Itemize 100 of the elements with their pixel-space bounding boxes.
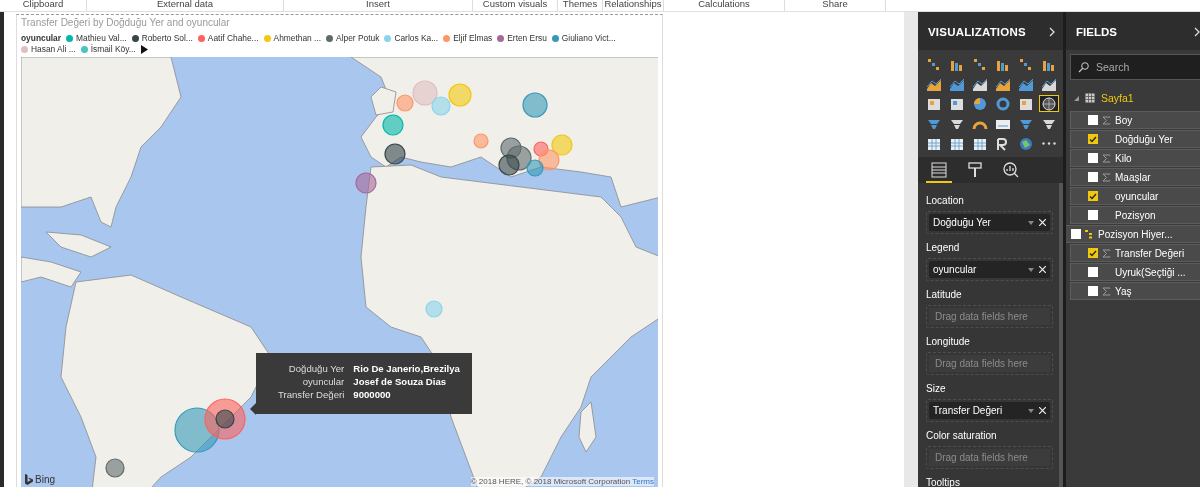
legend-title: oyuncular (21, 33, 62, 43)
magnifier-chart-icon (1002, 161, 1020, 179)
ribbon-group-label: Relationships (603, 0, 664, 11)
field-pill[interactable]: oyuncular (929, 261, 1050, 278)
chart-type-icon (949, 76, 965, 91)
checkbox[interactable] (1088, 210, 1098, 220)
data-bubble[interactable] (215, 409, 235, 429)
visual-type-button[interactable] (1039, 95, 1059, 112)
legend-item: Mathieu Val... (76, 33, 127, 43)
chart-type-icon (1018, 96, 1034, 111)
field-item[interactable]: Kilo (1070, 149, 1200, 167)
field-item[interactable]: oyuncular (1070, 187, 1200, 205)
remove-icon[interactable] (1039, 219, 1046, 226)
data-bubble[interactable] (500, 137, 522, 159)
sigma-icon (1102, 115, 1111, 125)
tooltip-value: Rio De Janerio,Brezilya (353, 363, 460, 374)
chart-type-icon (972, 76, 988, 91)
legend-item: Hasan Ali ... (31, 44, 76, 54)
field-pill[interactable]: Doğduğu Yer (929, 214, 1050, 231)
ribbon-group-label: Calculations (664, 0, 785, 11)
data-bubble[interactable] (105, 458, 125, 478)
chart-type-icon (972, 56, 988, 71)
paint-roller-icon (966, 161, 984, 179)
checkbox[interactable] (1088, 115, 1098, 125)
field-item[interactable]: Maaşlar (1070, 168, 1200, 186)
chart-type-icon (1018, 56, 1034, 71)
checkbox[interactable] (1088, 191, 1098, 201)
sigma-icon (1102, 286, 1111, 296)
remove-icon[interactable] (1039, 407, 1046, 414)
pill-label: Doğduğu Yer (933, 217, 991, 228)
pane-title: FIELDS (1076, 26, 1117, 38)
field-pill[interactable]: Transfer Değeri (929, 402, 1050, 419)
chart-type-icon (926, 56, 942, 71)
chart-type-icon (972, 136, 988, 151)
data-bubble[interactable] (498, 154, 520, 176)
search-field[interactable]: Search (1070, 54, 1200, 80)
pill-label: oyuncular (933, 264, 977, 275)
data-bubble[interactable] (506, 145, 532, 171)
chart-type-icon (972, 96, 988, 111)
terms-link[interactable]: Terms (632, 477, 654, 486)
dropdown-caret-icon[interactable] (1028, 408, 1034, 413)
collapse-chevron-icon[interactable] (1049, 27, 1055, 37)
data-bubble[interactable] (174, 407, 220, 453)
chart-type-icon (926, 136, 942, 151)
data-bubble[interactable] (384, 143, 406, 165)
map-logo: Bing (35, 474, 55, 485)
data-bubble[interactable] (355, 172, 377, 194)
field-item[interactable]: Uyruk(Seçtiği ... (1070, 263, 1200, 281)
checkbox[interactable] (1088, 286, 1098, 296)
bing-logo-icon (25, 474, 33, 485)
checkbox[interactable] (1088, 267, 1098, 277)
collapse-chevron-icon[interactable] (1194, 27, 1200, 37)
landmass-shape (45, 231, 112, 258)
ribbon-group-label: Share (785, 0, 886, 11)
pane-title: VISUALIZATIONS (928, 26, 1026, 38)
legend-item: Carlos Ka... (394, 33, 439, 43)
expand-arrow-icon[interactable] (1074, 95, 1079, 101)
table-icon (1085, 93, 1095, 103)
sigma-icon (1102, 248, 1111, 258)
dropdown-caret-icon[interactable] (1028, 267, 1034, 272)
next-arrow-icon[interactable] (140, 44, 148, 54)
checkbox[interactable] (1088, 248, 1098, 258)
visual-title: Transfer Değeri by Doğduğu Yer and oyuncular (20, 16, 231, 30)
field-item[interactable]: Transfer Değeri (1070, 244, 1200, 262)
field-item[interactable]: Pozisyon Hiyer... (1066, 225, 1200, 243)
dropdown-caret-icon[interactable] (1028, 220, 1034, 225)
field-item[interactable]: Doğduğu Yer (1070, 130, 1200, 148)
checkbox[interactable] (1088, 153, 1098, 163)
checkbox[interactable] (1088, 134, 1098, 144)
ribbon-group-label: Insert (284, 0, 473, 11)
checkbox[interactable] (1088, 172, 1098, 182)
chart-type-icon (1041, 96, 1057, 111)
table-name[interactable]: Sayfa1 (1101, 92, 1134, 104)
checkbox[interactable] (1071, 229, 1081, 239)
data-bubble[interactable] (204, 398, 246, 440)
ribbon-group-label: External data (87, 0, 284, 11)
legend-item: Alper Potuk (336, 33, 380, 43)
tooltip-label: Transfer Değeri (278, 389, 345, 400)
chart-type-icon (926, 96, 942, 111)
remove-icon[interactable] (1039, 266, 1046, 273)
well-label: Longitude (926, 336, 971, 347)
legend-item: Erten Ersu (507, 33, 547, 43)
field-item[interactable]: Boy (1070, 111, 1200, 129)
map-attribution: © 2018 HERE, © 2018 Microsoft Corporation Terms (470, 477, 654, 486)
chart-type-icon (949, 136, 965, 151)
field-item[interactable]: Pozisyon (1070, 206, 1200, 224)
chart-type-icon (949, 96, 965, 111)
field-item[interactable]: Yaş (1070, 282, 1200, 300)
chart-type-icon (1041, 76, 1057, 91)
pill-label: Transfer Değeri (933, 405, 1003, 416)
legend-item: Ahmethan ... (273, 33, 322, 43)
ribbon-group-label: Custom visuals (473, 0, 558, 11)
tooltip-value: 9000000 (353, 389, 392, 400)
legend-item: İsmail Köy... (90, 44, 136, 54)
legend-item: Aatif Chahe... (207, 33, 259, 43)
legend-item: Eljif Elmas (453, 33, 493, 43)
chart-type-icon (995, 96, 1011, 111)
check-icon (1089, 249, 1097, 257)
well-label: Legend (926, 242, 961, 253)
ribbon-group-label: Clipboard (0, 0, 87, 11)
